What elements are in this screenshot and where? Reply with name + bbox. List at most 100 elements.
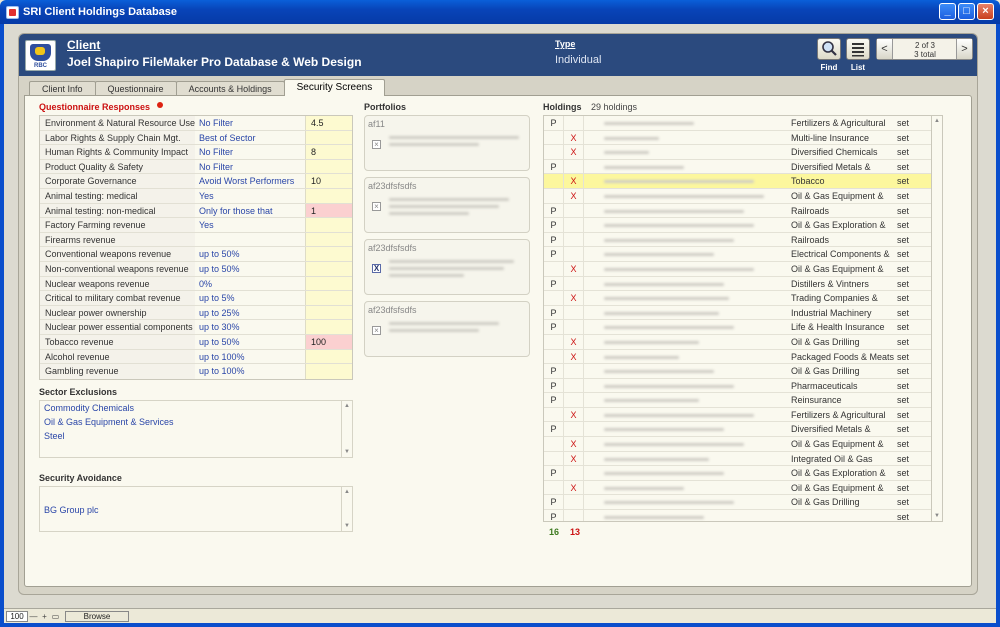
holding-passed-flag[interactable]: P [544,495,564,510]
holding-set-button[interactable]: set [894,379,931,393]
holding-passed-flag[interactable]: P [544,232,564,247]
question-score[interactable] [305,247,352,261]
holding-set-button[interactable]: set [894,218,931,232]
holding-row[interactable]: Pset [544,510,942,521]
holding-passed-flag[interactable]: P [544,378,564,393]
zoom-level[interactable]: 100 [6,610,28,622]
question-filter[interactable]: Yes [195,189,305,203]
holding-excluded-flag[interactable] [564,116,584,130]
holding-excluded-flag[interactable]: X [564,291,584,305]
holding-passed-flag[interactable] [544,480,564,495]
tab-accounts-holdings[interactable]: Accounts & Holdings [175,81,285,96]
type-label[interactable]: Type [555,39,575,49]
question-filter[interactable]: Best of Sector [195,131,305,145]
portfolio-checkbox[interactable]: X [372,264,381,273]
holding-row[interactable]: P Pharmaceuticals set [544,378,942,394]
holding-set-button[interactable]: set [894,174,931,188]
holding-set-button[interactable]: set [894,495,931,509]
question-score[interactable] [305,364,352,379]
holding-excluded-flag[interactable] [564,393,584,407]
holding-set-button[interactable]: set [894,247,931,261]
holding-passed-flag[interactable]: P [544,276,564,291]
portfolio-card[interactable]: af23dfsfsdfs × [364,301,530,357]
holding-excluded-flag[interactable] [564,466,584,480]
question-score[interactable] [305,291,352,305]
holding-excluded-flag[interactable] [564,364,584,378]
holding-set-button[interactable]: set [894,408,931,422]
holding-passed-flag[interactable] [544,451,564,466]
holding-row[interactable]: X Oil & Gas Equipment & set [544,437,942,452]
question-filter[interactable]: No Filter [195,116,305,130]
holding-row[interactable]: P Distillers & Vintners set [544,276,942,292]
tab-client-info[interactable]: Client Info [29,81,96,96]
holding-set-button[interactable]: set [894,204,931,218]
holding-row[interactable]: P Reinsurance set [544,393,942,408]
holding-passed-flag[interactable] [544,437,564,451]
holding-passed-flag[interactable] [544,349,564,364]
holding-excluded-flag[interactable] [564,378,584,393]
holding-set-button[interactable]: set [894,335,931,349]
question-filter[interactable]: up to 50% [195,335,305,349]
holding-excluded-flag[interactable] [564,232,584,247]
question-score[interactable] [305,261,352,276]
question-score[interactable] [305,218,352,232]
holding-excluded-flag[interactable] [564,276,584,291]
holding-passed-flag[interactable]: P [544,116,564,130]
holding-excluded-flag[interactable] [564,218,584,232]
holding-set-button[interactable]: set [894,481,931,495]
holding-excluded-flag[interactable]: X [564,334,584,349]
holding-excluded-flag[interactable] [564,305,584,320]
holding-set-button[interactable]: set [894,364,931,378]
holding-passed-flag[interactable] [544,188,564,203]
portfolio-checkbox[interactable]: × [372,202,381,211]
status-toggle-icon[interactable]: ▭ [50,612,61,621]
holding-excluded-flag[interactable]: X [564,145,584,159]
question-filter[interactable]: up to 50% [195,262,305,276]
security-avoidance-item[interactable]: BG Group plc [44,505,99,515]
holding-passed-flag[interactable]: P [544,247,564,261]
sector-exclusion-item[interactable]: Commodity Chemicals [44,403,134,413]
scroll-up-icon[interactable]: ▲ [932,116,942,126]
question-score[interactable]: 1 [305,203,352,218]
holding-excluded-flag[interactable] [564,159,584,174]
holding-passed-flag[interactable]: P [544,320,564,334]
question-filter[interactable]: Only for those that [195,204,305,218]
question-filter[interactable]: up to 5% [195,291,305,305]
question-filter[interactable]: up to 50% [195,247,305,261]
holding-row[interactable]: P Oil & Gas Exploration & set [544,218,942,233]
holding-row[interactable]: P Railroads set [544,232,942,248]
holding-passed-flag[interactable] [544,145,564,159]
holding-row[interactable]: P Oil & Gas Drilling set [544,495,942,511]
holding-row[interactable]: P Diversified Metals & set [544,422,942,438]
holding-row[interactable]: P Oil & Gas Drilling set [544,364,942,379]
tab-questionnaire[interactable]: Questionnaire [94,81,177,96]
client-label[interactable]: Client [67,38,100,52]
holding-row[interactable]: P Oil & Gas Exploration & set [544,466,942,481]
holding-row[interactable]: X Oil & Gas Drilling set [544,334,942,350]
question-score[interactable] [305,188,352,203]
holding-row[interactable]: X Integrated Oil & Gas set [544,451,942,467]
question-score[interactable]: 4.5 [305,116,352,130]
holding-passed-flag[interactable]: P [544,305,564,320]
question-filter[interactable]: No Filter [195,160,305,174]
sector-exclusion-item[interactable]: Oil & Gas Equipment & Services [44,417,174,427]
holding-set-button[interactable]: set [894,466,931,480]
holding-excluded-flag[interactable]: X [564,451,584,466]
zoom-out-button[interactable]: — [28,612,39,621]
holding-row[interactable]: P Railroads set [544,203,942,219]
holding-set-button[interactable]: set [894,189,931,203]
holding-excluded-flag[interactable]: X [564,407,584,422]
sector-exclusions-list[interactable]: Commodity Chemicals Oil & Gas Equipment … [39,400,353,458]
holding-row[interactable]: X Oil & Gas Equipment & set [544,188,942,204]
holding-row[interactable]: P Fertilizers & Agricultural set [544,116,942,131]
scroll-up-icon[interactable]: ▲ [342,401,352,411]
holding-excluded-flag[interactable] [564,495,584,510]
question-filter[interactable] [195,233,305,247]
holding-row[interactable]: X Oil & Gas Equipment & set [544,261,942,277]
question-score[interactable]: 10 [305,174,352,188]
holding-passed-flag[interactable] [544,261,564,276]
holding-set-button[interactable]: set [894,160,931,174]
question-filter[interactable]: 0% [195,277,305,291]
question-score[interactable] [305,232,352,247]
holding-row[interactable]: X Diversified Chemicals set [544,145,942,160]
